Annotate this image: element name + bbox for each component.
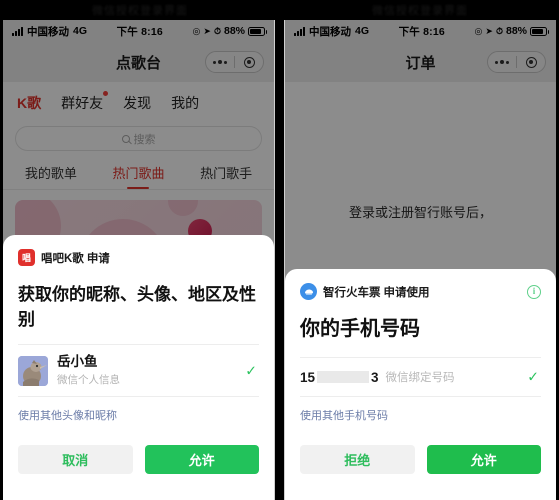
mini-program-capsule[interactable] <box>205 51 264 73</box>
allow-button[interactable]: 允许 <box>426 445 541 474</box>
compass-icon: ◎ <box>474 25 483 36</box>
phone-number-value: 15 3 <box>300 370 379 385</box>
battery-icon <box>530 26 549 36</box>
alarm-icon: ⏱ <box>495 25 503 36</box>
nav-bar-left: 点歌台 <box>3 42 274 82</box>
sheet-button-row: 取消 允许 <box>18 423 259 500</box>
status-bar-right-group: ◎ ➤ ⏱ 88% <box>192 25 267 37</box>
use-other-avatar-link[interactable]: 使用其他头像和昵称 <box>18 397 259 423</box>
status-bar-left-group: 中国移动 4G <box>12 24 87 39</box>
network-label: 4G <box>73 25 88 37</box>
sheet-header: 唱 唱吧K歌 申请 <box>18 249 259 267</box>
app-action-label: 申请使用 <box>383 286 430 299</box>
clock-label: 下午 8:16 <box>116 25 163 38</box>
account-text: 岳小鱼 微信个人信息 <box>57 354 120 387</box>
app-action-label: 申请 <box>86 252 110 265</box>
battery-percent-label: 88% <box>505 25 527 37</box>
sub-tab-bar[interactable]: 我的歌单 热门歌曲 热门歌手 <box>3 159 274 190</box>
carrier-label: 中国移动 <box>309 25 351 38</box>
info-circle-icon[interactable]: i <box>527 284 541 299</box>
permission-sheet-right: 智行火车票 申请使用 i 你的手机号码 15 3 微信绑定号码 ✓ 使用其他手机号… <box>285 269 556 500</box>
account-name: 岳小鱼 <box>57 354 98 370</box>
app-name-label: 唱吧K歌 <box>41 252 84 265</box>
network-label: 4G <box>355 25 370 37</box>
account-row[interactable]: 岳小鱼 微信个人信息 ✓ <box>18 345 259 396</box>
target-icon[interactable] <box>235 52 263 72</box>
phone-suffix: 3 <box>371 369 379 385</box>
alarm-icon: ⏱ <box>213 25 221 36</box>
phone-source-label: 微信绑定号码 <box>385 372 455 384</box>
status-bar-right-group: ◎ ➤ ⏱ 88% <box>474 25 549 37</box>
search-input[interactable]: 搜索 <box>15 126 262 151</box>
right-phone-screen: 中国移动 4G 下午 8:16 ◎ ➤ ⏱ 88% 订单 登录或注册智行账号后，… <box>284 20 556 500</box>
search-icon <box>121 134 130 143</box>
status-bar-right: 中国移动 4G 下午 8:16 ◎ ➤ ⏱ 88% <box>285 20 556 42</box>
check-icon: ✓ <box>527 368 539 385</box>
more-dots-icon[interactable] <box>206 52 234 72</box>
search-area: 搜索 <box>3 122 274 159</box>
watermark-left: 微信授权登录界面 <box>92 5 188 17</box>
account-subtitle: 微信个人信息 <box>57 374 120 386</box>
target-icon[interactable] <box>517 52 545 72</box>
watermark-banner: 微信授权登录界面 微信授权登录界面 <box>0 0 559 20</box>
use-other-phone-link[interactable]: 使用其他手机号码 <box>300 397 541 423</box>
app-tab-kge[interactable]: K歌 <box>17 93 41 113</box>
reject-button[interactable]: 拒绝 <box>300 445 415 474</box>
compass-icon: ◎ <box>192 25 201 36</box>
login-prompt-text: 登录或注册智行账号后， <box>348 205 492 220</box>
status-bar-left-group: 中国移动 4G <box>294 24 369 39</box>
sheet-header-text: 智行火车票 申请使用 <box>323 284 430 300</box>
status-bar-left: 中国移动 4G 下午 8:16 ◎ ➤ ⏱ 88% <box>3 20 274 42</box>
allow-button[interactable]: 允许 <box>144 445 259 474</box>
screenshot-stage: 微信授权登录界面 微信授权登录界面 中国移动 4G 下午 8:16 ◎ ➤ ⏱ … <box>0 0 559 500</box>
cancel-button[interactable]: 取消 <box>18 445 133 474</box>
sheet-header-text: 唱吧K歌 申请 <box>41 250 110 266</box>
badge-dot <box>103 91 109 96</box>
battery-icon <box>248 26 267 36</box>
avatar <box>18 355 48 386</box>
mini-program-capsule[interactable] <box>487 51 546 73</box>
location-arrow-icon: ➤ <box>203 25 211 36</box>
changba-app-icon: 唱 <box>18 249 35 267</box>
sheet-button-row: 拒绝 允许 <box>300 423 541 500</box>
carrier-label: 中国移动 <box>27 25 69 38</box>
signal-bars-icon <box>294 26 305 36</box>
search-placeholder: 搜索 <box>133 133 156 146</box>
location-arrow-icon: ➤ <box>485 25 493 36</box>
sub-tab-hot-songs[interactable]: 热门歌曲 <box>112 163 164 189</box>
watermark-right: 微信授权登录界面 <box>372 5 468 17</box>
clock-label: 下午 8:16 <box>398 25 445 38</box>
phone-prefix: 15 <box>300 369 316 385</box>
left-phone-screen: 中国移动 4G 下午 8:16 ◎ ➤ ⏱ 88% 点歌台 K歌 群好友 发现 … <box>3 20 275 500</box>
sub-tab-my-playlist[interactable]: 我的歌单 <box>25 163 77 189</box>
sheet-header: 智行火车票 申请使用 i <box>300 283 541 300</box>
app-tab-mine[interactable]: 我的 <box>171 93 199 113</box>
more-dots-icon[interactable] <box>488 52 516 72</box>
app-name-label: 智行火车票 <box>323 286 381 299</box>
zhixing-app-icon <box>300 283 317 300</box>
permission-sheet-left: 唱 唱吧K歌 申请 获取你的昵称、头像、地区及性别 岳小鱼 微信个人信息 ✓ 使… <box>3 235 274 500</box>
sub-tab-hot-singers[interactable]: 热门歌手 <box>200 163 252 189</box>
battery-percent-label: 88% <box>223 25 245 37</box>
app-tab-friends[interactable]: 群好友 <box>61 91 109 113</box>
phone-redacted-block <box>317 371 370 383</box>
app-tab-discover[interactable]: 发现 <box>123 93 151 113</box>
phone-number-row[interactable]: 15 3 微信绑定号码 ✓ <box>300 358 541 396</box>
app-tab-bar[interactable]: K歌 群好友 发现 我的 <box>3 82 274 122</box>
nav-bar-right: 订单 <box>285 42 556 82</box>
permission-title: 你的手机号码 <box>300 318 420 340</box>
check-icon: ✓ <box>245 362 257 379</box>
permission-title: 获取你的昵称、头像、地区及性别 <box>18 285 256 330</box>
signal-bars-icon <box>12 26 23 36</box>
